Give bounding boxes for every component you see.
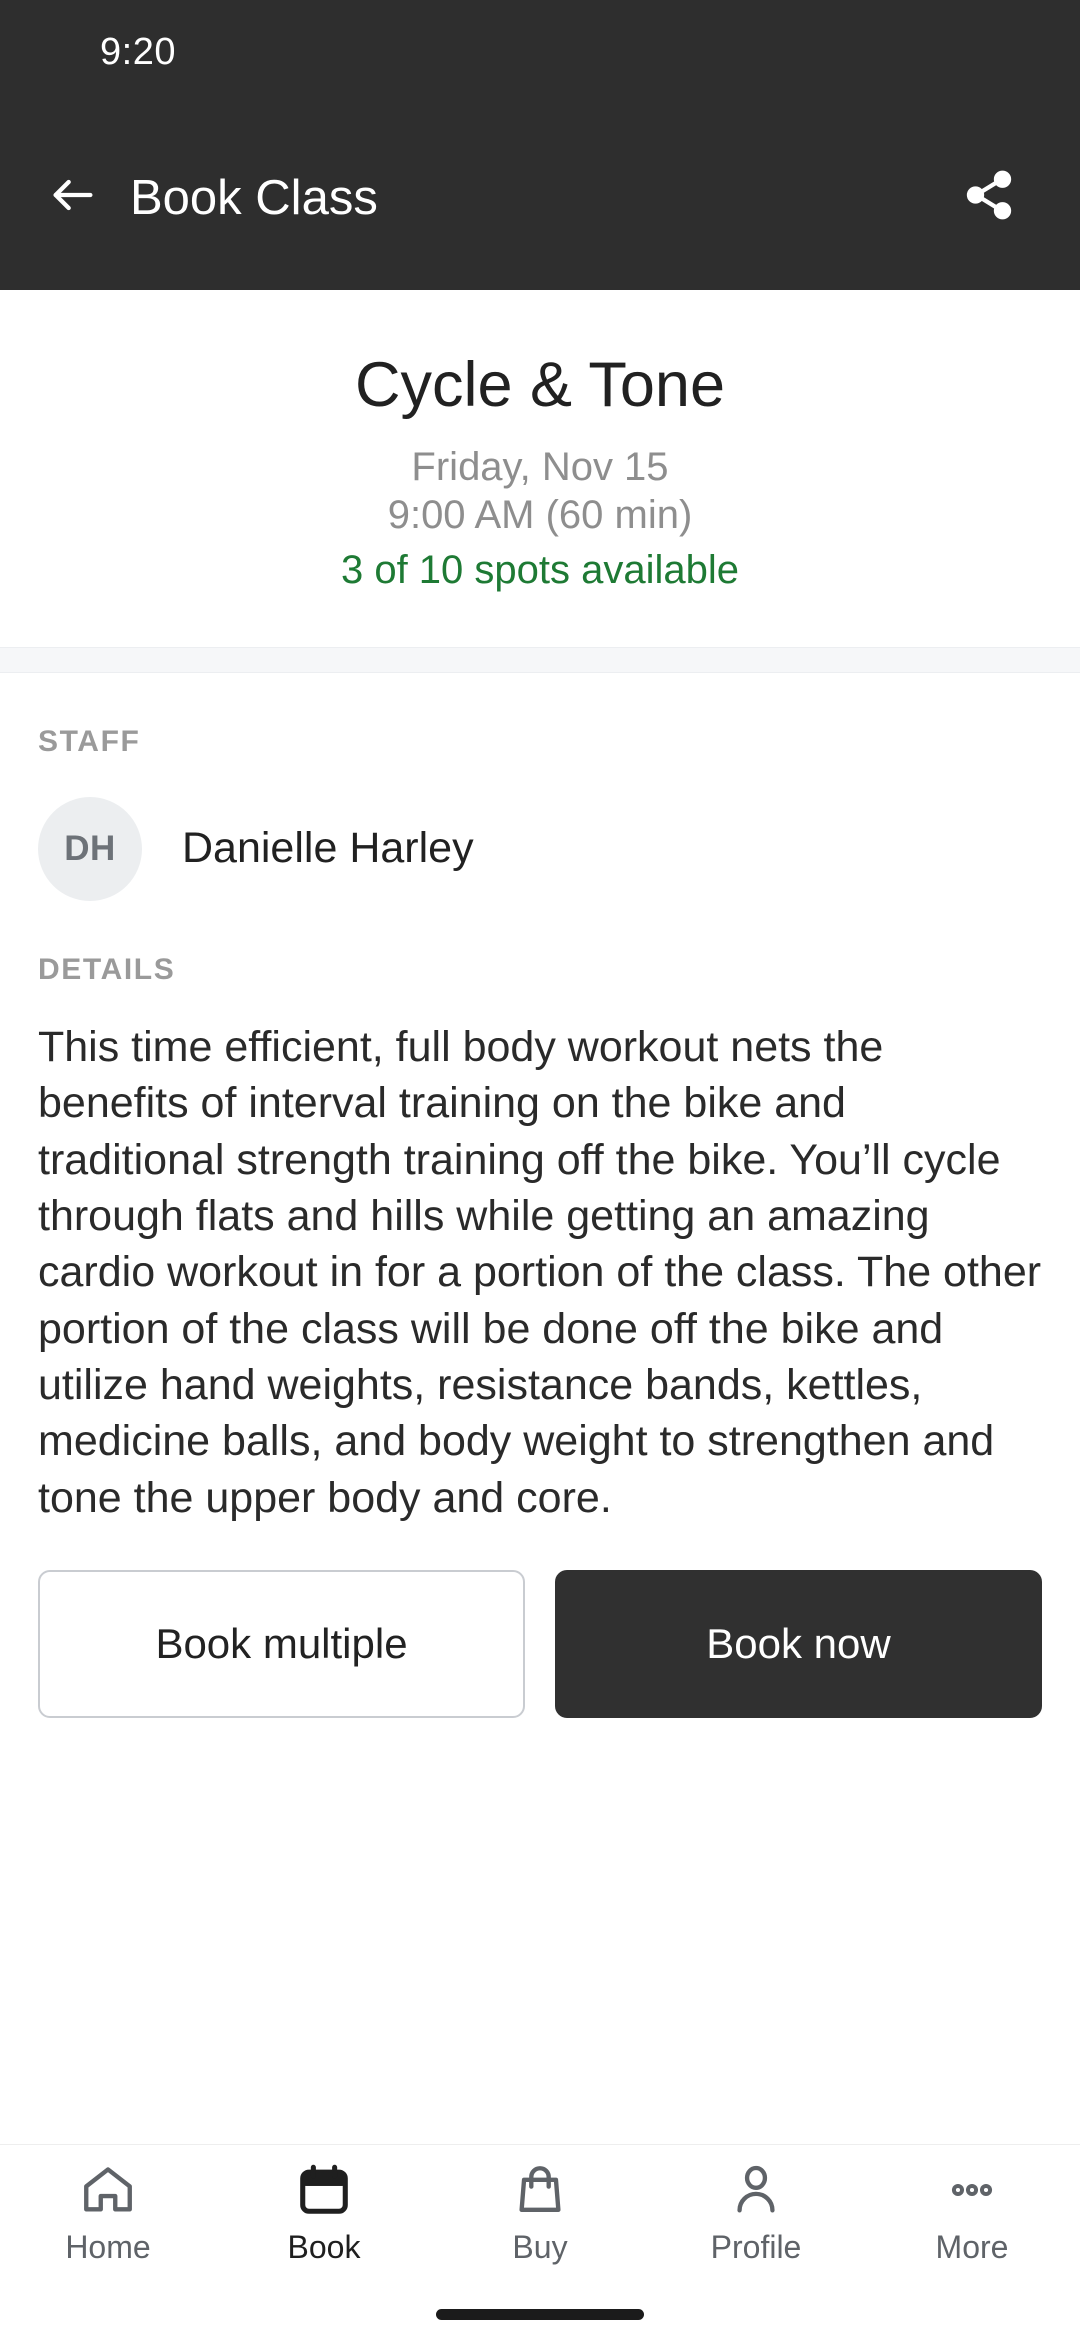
nav-label-home: Home [65,2229,151,2265]
appbar-region: 9:20 Book Class [0,0,1080,290]
nav-item-book[interactable]: Book [216,2159,432,2266]
status-bar-clock: 9:20 [100,31,176,73]
nav-item-profile[interactable]: Profile [648,2159,864,2266]
arrow-left-icon [47,169,99,226]
class-time: 9:00 AM (60 min) [387,493,693,538]
avatar-initials: DH [64,828,116,868]
home-indicator[interactable] [436,2309,644,2320]
shopping-bag-icon [511,2159,569,2221]
staff-name: Danielle Harley [182,824,474,873]
details-section-label: DETAILS [38,952,176,986]
nav-label-profile: Profile [710,2229,802,2265]
home-icon [79,2159,137,2221]
more-dots-icon [943,2159,1001,2221]
app-bar: Book Class [0,105,1080,290]
avatar: DH [38,796,142,901]
action-button-row: Book multiple Book now [38,1569,1042,1718]
status-bar: 9:20 [0,0,1080,105]
class-name: Cycle & Tone [354,350,726,420]
nav-item-home[interactable]: Home [0,2159,216,2266]
book-multiple-button[interactable]: Book multiple [38,1569,525,1718]
nav-label-more: More [935,2229,1009,2265]
book-class-screen: 9:20 Book Class Cycle & Tone Friday, Nov… [0,0,1080,2340]
back-button[interactable] [30,155,116,241]
staff-section-label: STAFF [38,724,141,758]
section-divider [0,646,1080,673]
nav-label-book: Book [287,2229,361,2265]
class-date: Friday, Nov 15 [411,444,669,489]
person-icon [727,2159,785,2221]
nav-label-buy: Buy [512,2229,568,2265]
class-summary: Cycle & Tone Friday, Nov 15 9:00 AM (60 … [0,290,1080,647]
main-content: STAFF DH Danielle Harley DETAILS This ti… [0,672,1080,2144]
staff-row[interactable]: DH Danielle Harley [38,796,1042,901]
nav-item-buy[interactable]: Buy [432,2159,648,2266]
class-description: This time efficient, full body workout n… [38,1022,1042,1522]
share-button[interactable] [946,155,1032,241]
nav-item-more[interactable]: More [864,2159,1080,2266]
page-title: Book Class [130,170,378,225]
home-indicator-wrap [0,2309,1080,2320]
book-now-button[interactable]: Book now [555,1569,1042,1718]
calendar-icon [295,2159,353,2221]
spots-available-text: 3 of 10 spots available [340,548,740,593]
share-icon [962,168,1016,227]
